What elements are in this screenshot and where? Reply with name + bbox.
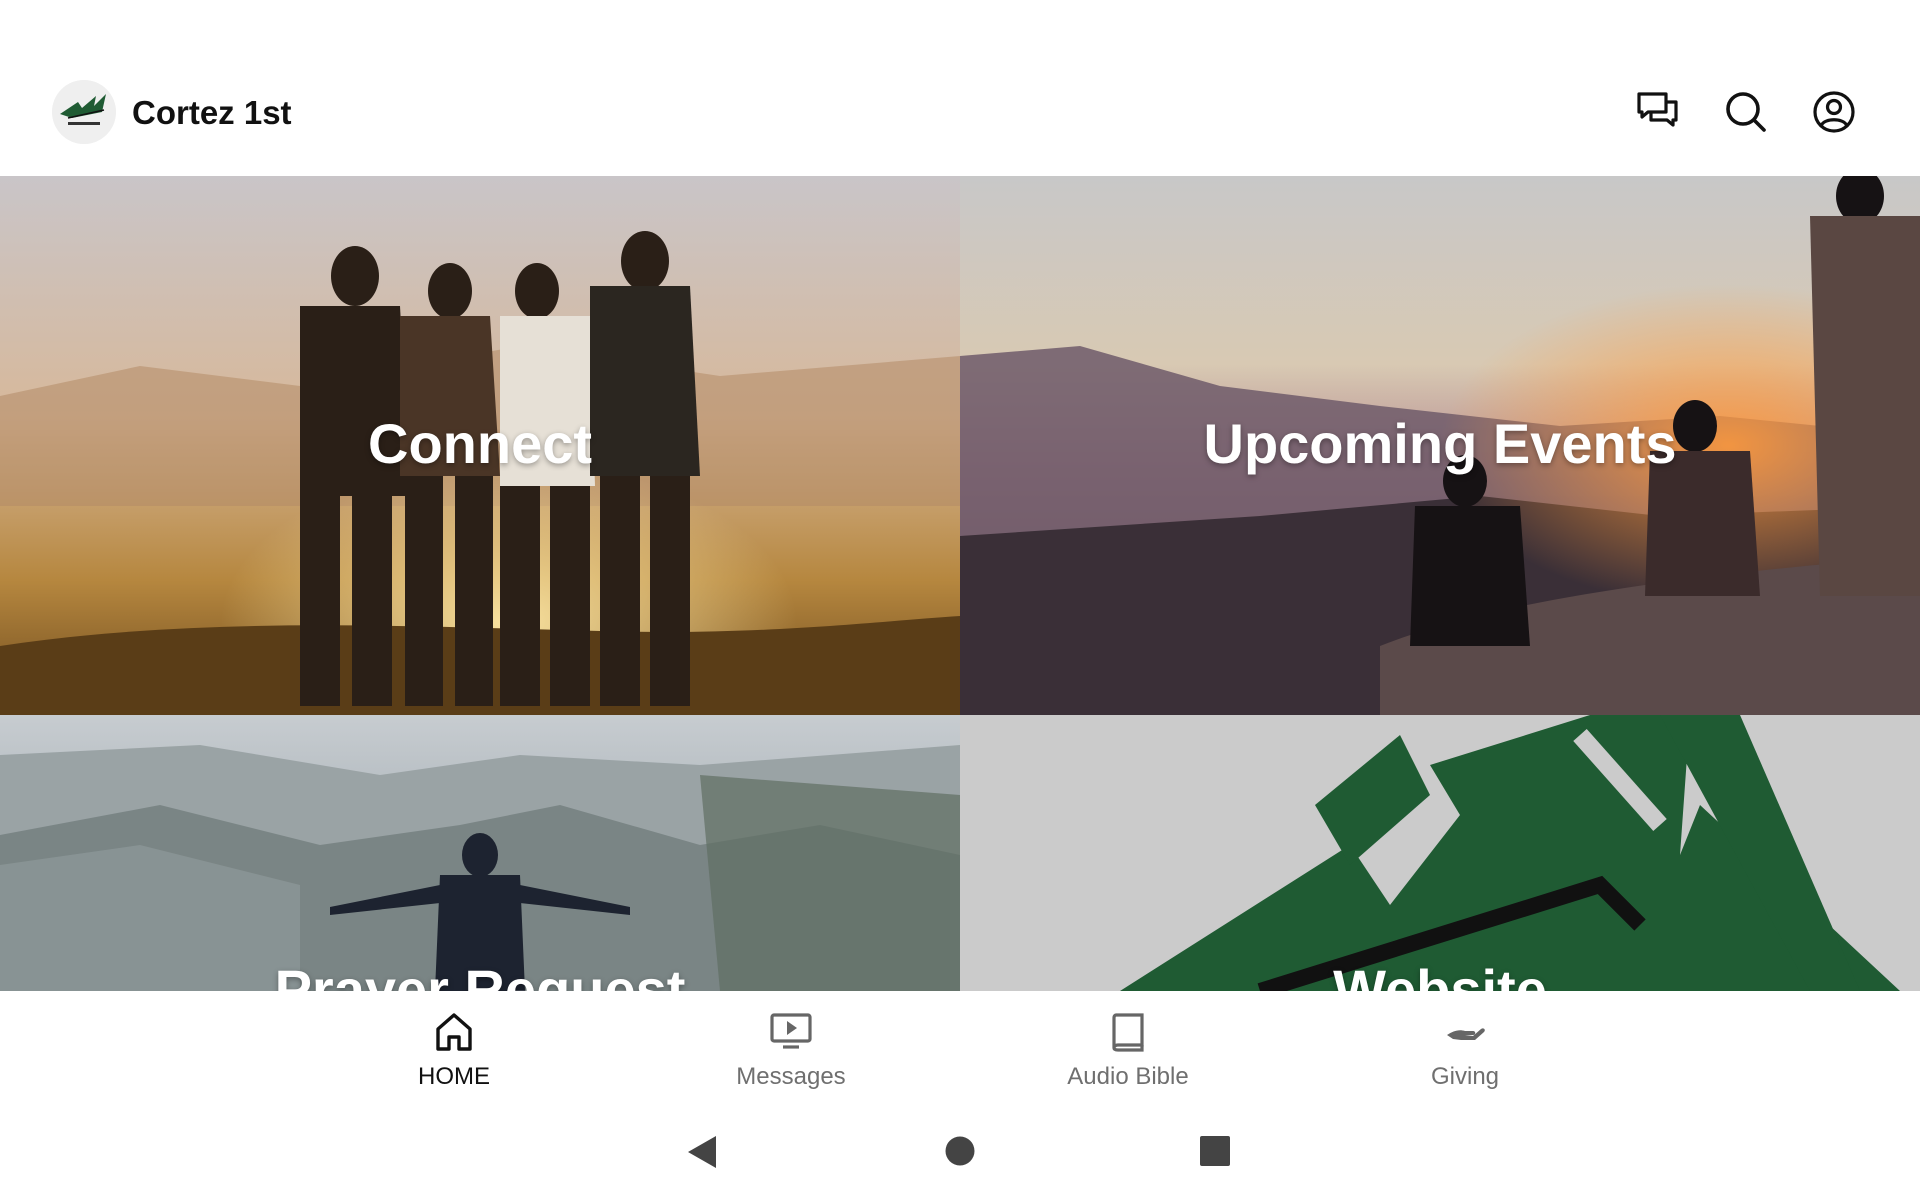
home-icon [436,1013,472,1051]
home-circle-icon[interactable] [945,1136,975,1166]
app-title: Cortez 1st [132,94,292,131]
tile-prayer-request[interactable]: Prayer Request [0,715,960,991]
website-logo-image [960,715,1920,991]
nav-audio-bible-label: Audio Bible [1067,1063,1189,1090]
system-navigation-bar [0,1099,1920,1200]
recents-square-icon[interactable] [1200,1136,1230,1166]
app-header: Cortez 1st [0,0,1920,176]
tile-upcoming-events-label: Upcoming Events [1203,412,1677,475]
tv-play-icon [770,1013,812,1049]
account-icon[interactable] [1812,90,1856,134]
nav-messages[interactable]: Messages [691,991,891,1099]
tile-website-label: Website [1333,958,1547,991]
bottom-navigation: HOME Messages Audio Bible Giving [0,991,1920,1099]
search-icon[interactable] [1724,90,1768,134]
giving-hand-icon [1447,1028,1485,1040]
nav-giving-label: Giving [1430,1063,1500,1090]
prayer-photo [0,715,960,991]
tile-upcoming-events[interactable]: Upcoming Events [960,176,1920,715]
chat-icon[interactable] [1636,90,1680,134]
nav-home[interactable]: HOME [354,991,554,1099]
tile-connect-label: Connect [368,412,592,475]
nav-home-label: HOME [418,1063,490,1090]
nav-giving[interactable]: Giving [1365,991,1565,1099]
nav-audio-bible[interactable]: Audio Bible [1028,991,1228,1099]
nav-messages-label: Messages [736,1063,846,1090]
back-triangle-icon[interactable] [686,1135,718,1169]
tile-connect[interactable]: Connect [0,176,960,715]
book-icon [1112,1013,1144,1052]
church-logo-icon [52,80,116,144]
tile-prayer-request-label: Prayer Request [274,958,686,991]
tile-website[interactable]: Website [960,715,1920,991]
